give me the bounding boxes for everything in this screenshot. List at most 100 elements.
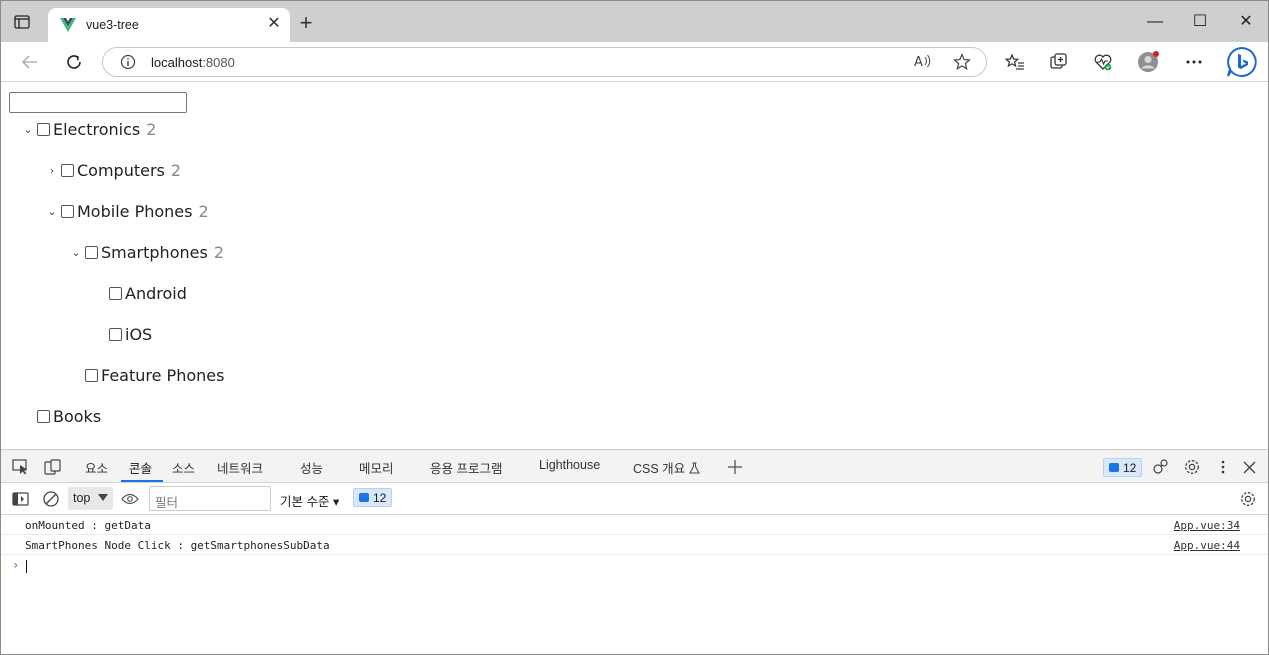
customize-devtools-icon[interactable] bbox=[1152, 458, 1170, 476]
log-source-link[interactable]: App.vue:44 bbox=[1174, 539, 1240, 552]
console-settings-gear-icon[interactable] bbox=[1239, 490, 1257, 508]
tree-filter-input[interactable] bbox=[9, 92, 187, 113]
close-devtools-icon[interactable] bbox=[1240, 458, 1258, 476]
tab-memory[interactable]: 메모리 bbox=[359, 458, 394, 477]
log-level-dropdown[interactable]: 기본 수준 ▾ bbox=[280, 491, 339, 510]
node-label: iOS bbox=[125, 324, 153, 344]
bing-chat-icon[interactable] bbox=[1225, 46, 1259, 78]
console-log-row: onMounted : getData App.vue:34 bbox=[1, 515, 1268, 535]
context-selector[interactable]: top bbox=[68, 487, 113, 510]
node-checkbox[interactable] bbox=[37, 122, 50, 136]
node-checkbox[interactable] bbox=[109, 286, 122, 300]
text-cursor bbox=[26, 560, 27, 573]
devtools-panel: 요소 콘솔 소스 네트워크 성능 메모리 응용 프로그램 Lighthouse … bbox=[1, 449, 1268, 654]
tab-title: vue3-tree bbox=[86, 18, 139, 32]
log-level-label: 기본 수준 bbox=[280, 495, 330, 509]
close-window-button[interactable]: ✕ bbox=[1223, 9, 1269, 35]
expand-arrow-icon[interactable]: › bbox=[45, 164, 59, 177]
url-text[interactable]: localhost:8080 bbox=[151, 55, 235, 70]
node-checkbox[interactable] bbox=[85, 245, 98, 259]
tree-node-mobile-phones[interactable]: ⌄ Mobile Phones 2 bbox=[45, 200, 208, 222]
message-icon bbox=[1109, 463, 1119, 472]
prompt-chevron-icon: › bbox=[12, 558, 20, 572]
url-host: localhost bbox=[151, 55, 203, 70]
settings-gear-icon[interactable] bbox=[1183, 458, 1201, 476]
node-count: 2 bbox=[170, 160, 182, 180]
tab-elements[interactable]: 요소 bbox=[85, 458, 108, 477]
vue-logo-icon bbox=[60, 18, 76, 35]
node-label: Android bbox=[125, 283, 187, 303]
console-prompt[interactable]: › bbox=[1, 555, 1268, 577]
more-options-icon[interactable] bbox=[1182, 50, 1206, 74]
tree-node-smartphones[interactable]: ⌄ Smartphones 2 bbox=[69, 241, 224, 263]
node-checkbox[interactable] bbox=[109, 327, 122, 341]
context-value: top bbox=[73, 491, 91, 505]
browser-window: vue3-tree ✕ + — ☐ ✕ localhost:8080 A ⌄ E… bbox=[0, 0, 1269, 655]
back-icon[interactable] bbox=[18, 50, 42, 74]
node-checkbox[interactable] bbox=[61, 163, 74, 177]
page-viewport: ⌄ Electronics 2 › Computers 2 ⌄ Mobile P… bbox=[1, 83, 1268, 449]
browser-toolbar: localhost:8080 A bbox=[1, 42, 1268, 82]
svg-text:A: A bbox=[914, 55, 923, 69]
tree-node-ios[interactable]: iOS bbox=[109, 323, 152, 345]
collapse-arrow-icon[interactable]: ⌄ bbox=[69, 246, 83, 259]
console-filter-input[interactable]: 필터 bbox=[149, 486, 271, 511]
node-label: Books bbox=[53, 406, 102, 426]
browser-essentials-icon[interactable] bbox=[1091, 50, 1115, 74]
read-aloud-icon[interactable]: A bbox=[914, 53, 932, 72]
collapse-arrow-icon[interactable]: ⌄ bbox=[21, 123, 35, 136]
profile-avatar-icon[interactable] bbox=[1136, 50, 1160, 74]
log-message: onMounted : getData bbox=[25, 519, 151, 532]
live-expression-eye-icon[interactable] bbox=[121, 490, 139, 508]
toolbar-issues-badge[interactable]: 12 bbox=[353, 488, 393, 507]
message-icon bbox=[359, 493, 369, 502]
tree-node-books[interactable]: Books bbox=[37, 405, 101, 427]
tab-actions-icon[interactable] bbox=[11, 12, 33, 32]
node-checkbox[interactable] bbox=[37, 409, 50, 423]
flask-icon bbox=[688, 462, 700, 474]
site-info-icon[interactable] bbox=[120, 54, 136, 73]
tab-close-icon[interactable]: ✕ bbox=[266, 16, 282, 32]
tab-lighthouse[interactable]: Lighthouse bbox=[539, 458, 600, 472]
tree-node-feature-phones[interactable]: Feature Phones bbox=[85, 364, 224, 386]
address-bar[interactable]: localhost:8080 A bbox=[102, 47, 987, 77]
favorite-star-icon[interactable] bbox=[953, 52, 971, 74]
minimize-button[interactable]: — bbox=[1132, 9, 1178, 35]
node-label: Computers bbox=[77, 160, 165, 180]
tab-application[interactable]: 응용 프로그램 bbox=[430, 458, 502, 477]
tab-css-overview[interactable]: CSS 개요 bbox=[633, 458, 700, 477]
devtools-tab-bar: 요소 콘솔 소스 네트워크 성능 메모리 응용 프로그램 Lighthouse … bbox=[1, 450, 1268, 483]
inspect-element-icon[interactable] bbox=[11, 458, 29, 476]
collapse-arrow-icon[interactable]: ⌄ bbox=[45, 205, 59, 218]
favorites-list-icon[interactable] bbox=[1003, 50, 1027, 74]
tab-network[interactable]: 네트워크 bbox=[217, 458, 263, 477]
maximize-button[interactable]: ☐ bbox=[1177, 9, 1223, 35]
refresh-icon[interactable] bbox=[62, 50, 86, 74]
issues-badge[interactable]: 12 bbox=[1103, 458, 1143, 477]
node-checkbox[interactable] bbox=[85, 368, 98, 382]
device-emulation-icon[interactable] bbox=[43, 458, 61, 476]
node-label: Electronics bbox=[53, 119, 141, 139]
tab-console[interactable]: 콘솔 bbox=[129, 458, 152, 477]
tree-node-computers[interactable]: › Computers 2 bbox=[45, 159, 181, 181]
sidebar-toggle-icon[interactable] bbox=[11, 490, 29, 508]
add-tab-icon[interactable] bbox=[726, 458, 744, 476]
tab-bar: vue3-tree ✕ + — ☐ ✕ bbox=[1, 1, 1268, 42]
log-message: SmartPhones Node Click : getSmartphonesS… bbox=[25, 539, 330, 552]
more-tools-icon[interactable] bbox=[1214, 458, 1232, 476]
tree-node-android[interactable]: Android bbox=[109, 282, 187, 304]
tab-sources[interactable]: 소스 bbox=[172, 458, 195, 477]
tab-performance[interactable]: 성능 bbox=[300, 458, 323, 477]
dropdown-caret-icon bbox=[98, 494, 108, 501]
new-tab-button[interactable]: + bbox=[296, 12, 316, 34]
active-tab[interactable]: vue3-tree ✕ bbox=[48, 8, 290, 42]
node-checkbox[interactable] bbox=[61, 204, 74, 218]
clear-console-icon[interactable] bbox=[42, 490, 60, 508]
issues-count: 12 bbox=[1123, 460, 1137, 475]
node-label: Feature Phones bbox=[101, 365, 225, 385]
tree-node-electronics[interactable]: ⌄ Electronics 2 bbox=[21, 118, 156, 140]
toolbar-issues-count: 12 bbox=[373, 490, 387, 505]
log-source-link[interactable]: App.vue:34 bbox=[1174, 519, 1240, 532]
collections-icon[interactable] bbox=[1047, 50, 1071, 74]
node-label: Mobile Phones bbox=[77, 201, 193, 221]
